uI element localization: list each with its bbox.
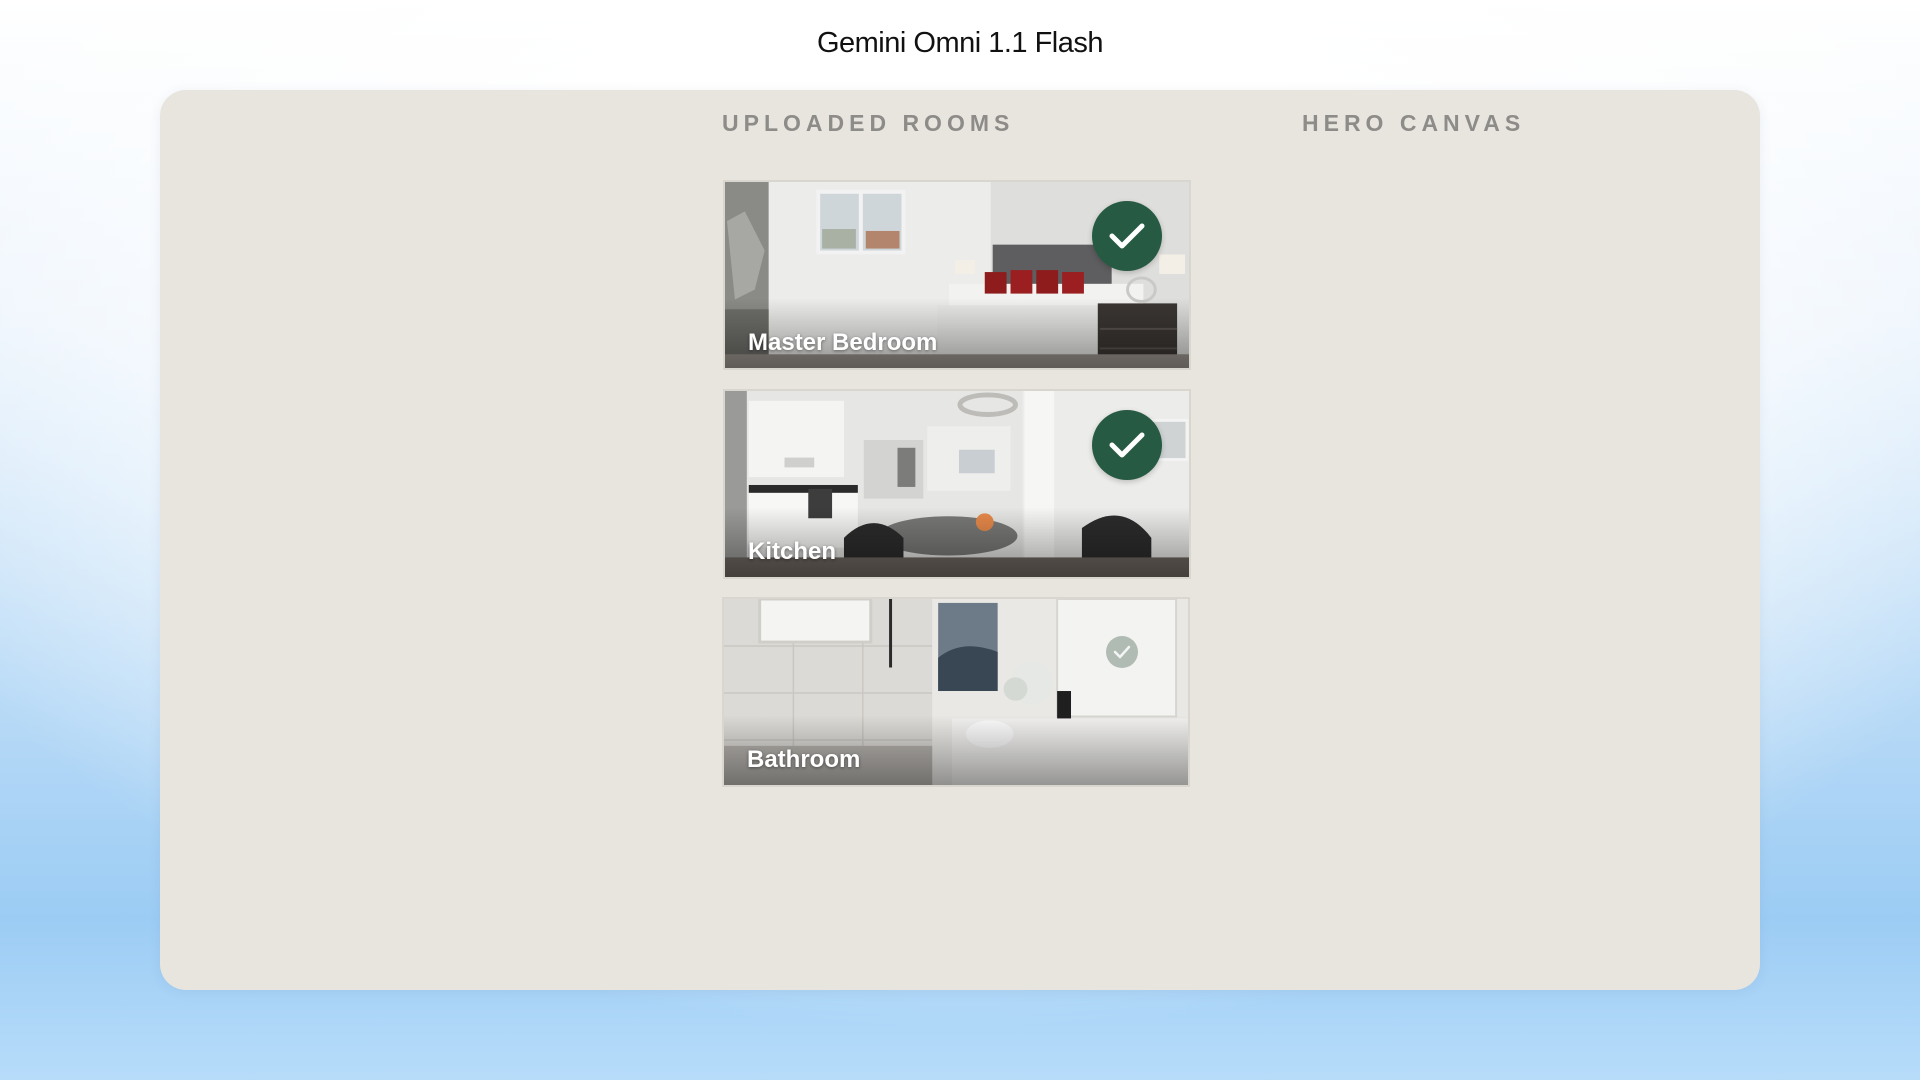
room-card-bathroom[interactable]: Bathroom	[722, 597, 1190, 787]
check-icon[interactable]	[1092, 410, 1162, 480]
uploaded-rooms-heading: UPLOADED ROOMS	[722, 110, 1015, 136]
room-label: Kitchen	[748, 538, 837, 565]
room-label: Bathroom	[747, 746, 861, 773]
hero-canvas-heading: HERO CANVAS	[1302, 110, 1526, 136]
room-card-kitchen[interactable]: Kitchen	[723, 389, 1191, 579]
room-card-master-bedroom[interactable]: Master Bedroom	[723, 180, 1191, 370]
app-title: Gemini Omni 1.1 Flash	[816, 27, 1104, 59]
check-icon[interactable]	[1106, 636, 1138, 668]
room-label: Master Bedroom	[748, 329, 938, 356]
check-icon[interactable]	[1092, 201, 1162, 271]
